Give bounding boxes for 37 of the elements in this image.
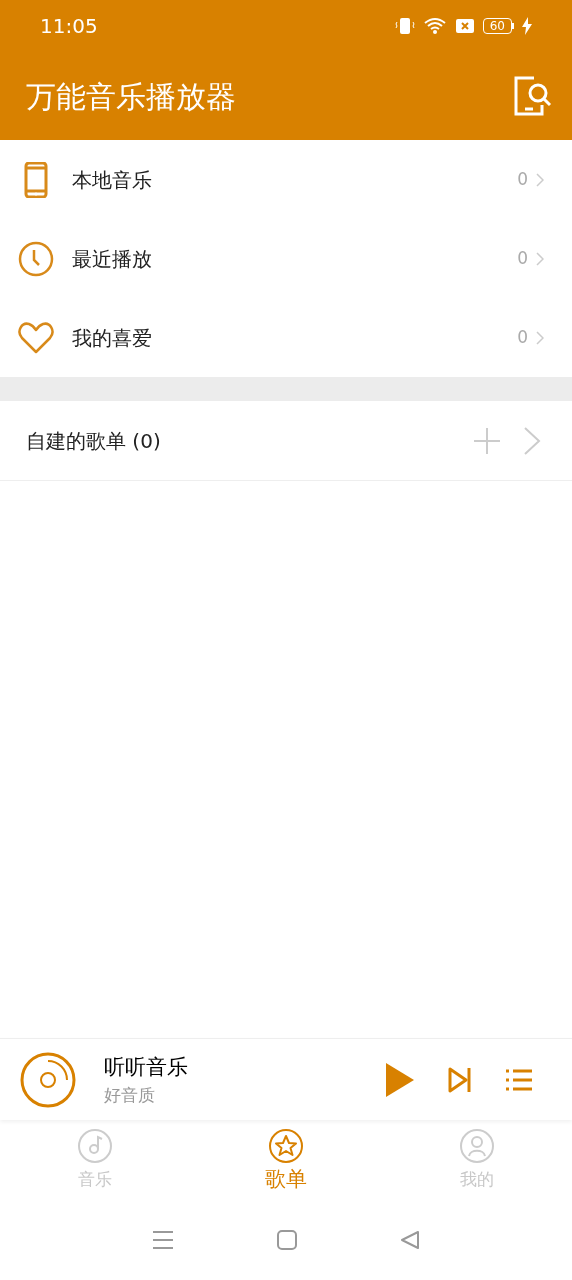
clock-icon	[18, 240, 54, 277]
library-row[interactable]: 我的喜爱 0	[0, 298, 572, 377]
library-row[interactable]: 本地音乐 0	[0, 140, 572, 219]
menu-icon[interactable]	[151, 1230, 174, 1250]
charging-icon	[522, 17, 532, 35]
phone-icon	[24, 161, 48, 198]
heart-icon	[18, 321, 54, 354]
battery-icon: 60	[482, 18, 514, 34]
wifi-icon	[422, 16, 447, 36]
chevron-right-icon	[536, 172, 544, 187]
row-count: 0	[517, 246, 528, 270]
add-icon[interactable]	[472, 425, 502, 456]
playlist-icon[interactable]	[506, 1068, 532, 1091]
status-time: 11:05	[40, 13, 98, 40]
search-icon[interactable]	[512, 75, 552, 117]
chevron-right-icon[interactable]	[522, 425, 542, 456]
disc-icon	[20, 1051, 76, 1108]
vibrate-icon	[394, 16, 415, 36]
row-count: 0	[517, 325, 528, 349]
play-icon[interactable]	[386, 1062, 414, 1097]
sim-icon	[454, 18, 475, 34]
chevron-right-icon	[536, 251, 544, 266]
music-disc-icon	[77, 1128, 114, 1164]
back-icon[interactable]	[400, 1230, 421, 1250]
home-icon[interactable]	[277, 1230, 297, 1250]
app-title: 万能音乐播放器	[26, 77, 236, 116]
person-icon	[458, 1128, 495, 1164]
track-title: 听听音乐	[104, 1053, 189, 1081]
row-count: 0	[517, 167, 528, 191]
row-label: 最近播放	[72, 245, 153, 273]
playlist-section-label: 自建的歌单 (0)	[26, 427, 161, 455]
track-subtitle: 好音质	[104, 1083, 156, 1107]
library-row[interactable]: 最近播放 0	[0, 219, 572, 298]
row-label: 本地音乐	[72, 166, 153, 194]
chevron-right-icon	[536, 330, 544, 345]
skip-next-icon[interactable]	[448, 1066, 472, 1093]
row-label: 我的喜爱	[72, 324, 153, 352]
